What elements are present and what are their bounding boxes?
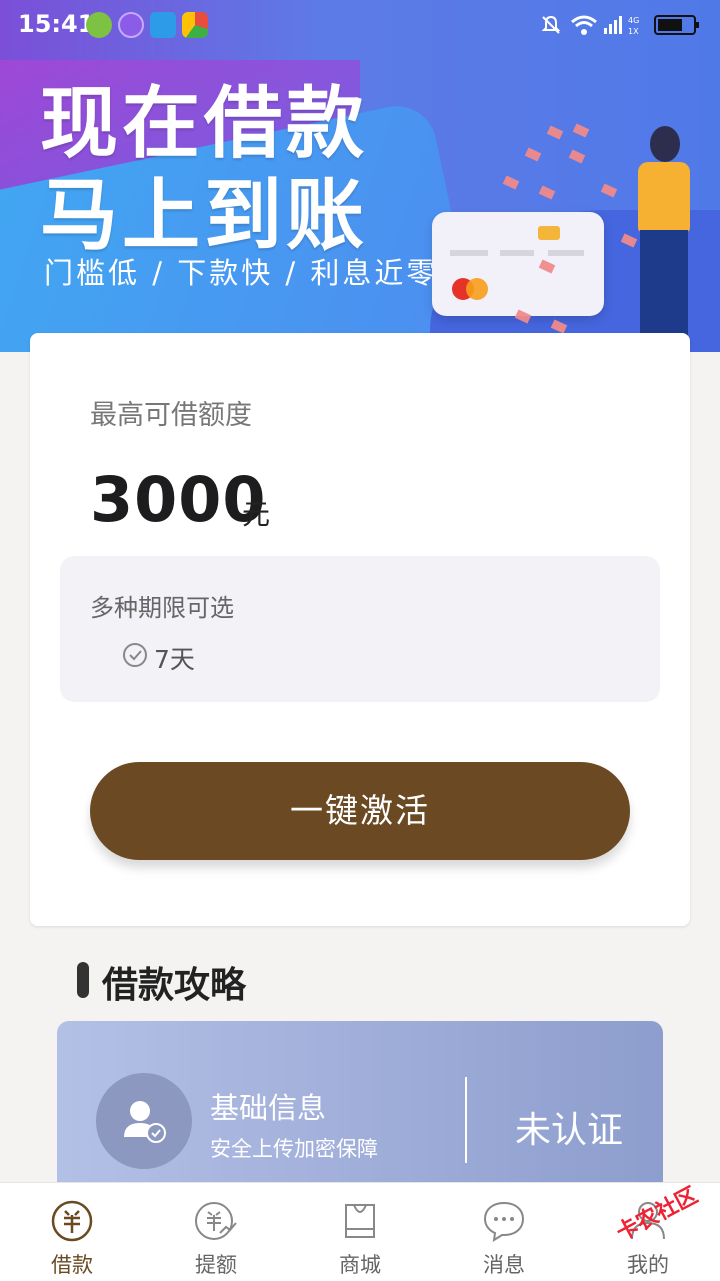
nav-item-messages[interactable]: 消息	[432, 1183, 576, 1281]
activate-button[interactable]: 一键激活	[90, 762, 630, 860]
svg-text:4G: 4G	[628, 16, 639, 25]
headline-line: 马上到账	[40, 171, 369, 261]
check-circle-icon	[123, 643, 147, 667]
flying-bill	[572, 123, 590, 138]
shopping-bag-icon	[345, 1204, 375, 1238]
wifi-icon	[571, 15, 597, 35]
person-illustration	[630, 126, 700, 352]
nav-label: 消息	[483, 1253, 525, 1277]
bell-muted-icon	[541, 15, 561, 34]
credit-card-illustration	[432, 212, 604, 316]
max-amount-label: 最高可借额度	[90, 400, 252, 431]
sheep-coin-icon	[51, 1200, 93, 1242]
headline-line: 现在借款	[40, 79, 369, 169]
section-marker	[77, 962, 89, 998]
nav-label: 商城	[339, 1253, 381, 1277]
nav-label: 提额	[195, 1253, 237, 1277]
flying-bill	[568, 149, 586, 164]
section-title: 借款攻略	[102, 965, 247, 1006]
quota-up-icon	[195, 1202, 237, 1240]
basic-info-card[interactable]: 基础信息 安全上传加密保障 未认证	[57, 1021, 663, 1201]
app-notification-icon	[86, 12, 112, 38]
flying-bill	[524, 147, 542, 162]
bottom-nav: 借款 提额 商城 消息 我的	[0, 1182, 720, 1281]
divider	[465, 1077, 467, 1163]
term-options: 多种期限可选 7天	[60, 556, 660, 702]
app-notification-icon	[182, 12, 208, 38]
max-amount-value: 3000	[90, 463, 267, 536]
svg-text:1X: 1X	[628, 27, 639, 36]
banner-headline: 现在借款 马上到账	[40, 78, 368, 262]
status-time: 15:41	[18, 10, 95, 38]
verification-status: 未认证	[515, 1110, 624, 1151]
battery-icon	[654, 15, 699, 35]
info-subtitle: 安全上传加密保障	[210, 1137, 378, 1161]
flying-bill	[546, 125, 564, 140]
promo-banner[interactable]: 15:41 4G 1X 现在借款 马上到账 门槛低 / 下款快 / 利息近零	[0, 0, 720, 352]
nav-item-borrow[interactable]: 借款	[0, 1183, 144, 1281]
term-title: 多种期限可选	[90, 594, 234, 622]
app-notification-icon	[150, 12, 176, 38]
nav-label: 借款	[51, 1253, 93, 1277]
flying-bill	[538, 185, 556, 200]
app-notification-icon	[118, 12, 144, 38]
term-option-7-days[interactable]: 7天	[154, 640, 195, 676]
signal-icon: 4G 1X	[604, 16, 639, 36]
user-verify-avatar	[96, 1073, 192, 1169]
chat-bubble-icon	[483, 1201, 525, 1242]
card-chip	[538, 226, 560, 240]
nav-item-quota[interactable]: 提额	[144, 1183, 288, 1281]
loan-card: 最高可借额度 3000 元 多种期限可选 7天 一键激活	[30, 333, 690, 926]
banner-tagline: 门槛低 / 下款快 / 利息近零	[44, 256, 439, 290]
amount-unit: 元	[242, 498, 271, 531]
nav-item-mall[interactable]: 商城	[288, 1183, 432, 1281]
status-bar: 15:41 4G 1X	[0, 0, 720, 52]
flying-bill	[600, 183, 618, 198]
info-title: 基础信息	[210, 1091, 327, 1125]
flying-bill	[502, 175, 520, 190]
user-check-icon	[124, 1101, 166, 1143]
